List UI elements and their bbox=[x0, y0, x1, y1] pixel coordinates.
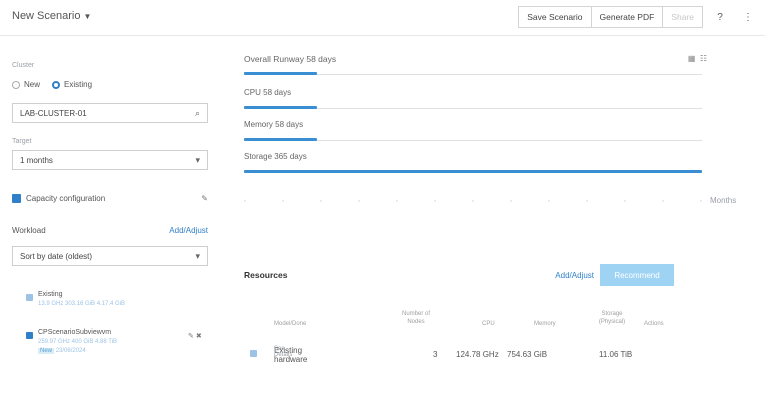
axis-tick bbox=[396, 200, 398, 202]
table-row[interactable]: Existing hardware See Details 3 124.78 G… bbox=[244, 346, 674, 368]
column-header: Storage (Physical) bbox=[598, 311, 626, 325]
help-icon[interactable]: ? bbox=[709, 12, 731, 23]
sort-value: Sort by date (oldest) bbox=[20, 251, 93, 261]
radio-existing[interactable]: Existing bbox=[52, 80, 92, 89]
resources-title: Resources bbox=[244, 270, 288, 280]
axis-tick bbox=[358, 200, 360, 202]
recommend-button[interactable]: Recommend bbox=[600, 264, 674, 286]
more-icon[interactable]: ⋮ bbox=[737, 12, 759, 23]
storage-runway-label: Storage 365 days bbox=[244, 152, 307, 161]
workload-checkbox[interactable] bbox=[26, 294, 33, 301]
workload-date: 23/06/2024 bbox=[55, 348, 86, 354]
column-header: Actions bbox=[644, 321, 664, 327]
target-select[interactable]: 1 months ▾ bbox=[12, 150, 208, 170]
axis-tick bbox=[586, 200, 588, 202]
row-storage: 11.06 TiB bbox=[599, 350, 633, 359]
top-bar: New Scenario ▼ Save Scenario Generate PDF… bbox=[0, 0, 765, 36]
capacity-label: Capacity configuration bbox=[26, 194, 106, 203]
capacity-configuration-row[interactable]: Capacity configuration ✎ bbox=[12, 194, 208, 203]
chevron-down-icon: ▾ bbox=[195, 250, 200, 261]
runway-row-cpu: CPU 58 days bbox=[244, 88, 702, 109]
share-button[interactable]: Share bbox=[662, 6, 703, 28]
axis-tick bbox=[662, 200, 664, 202]
chevron-down-icon: ▼ bbox=[83, 12, 92, 21]
top-actions: Save Scenario Generate PDF Share ? ⋮ bbox=[518, 6, 759, 28]
axis-tick bbox=[510, 200, 512, 202]
workload-item-cpscenario[interactable]: CPScenarioSubviewvm 259.97 GHz 400 GiB 4… bbox=[38, 329, 117, 354]
scenario-title-dropdown[interactable]: New Scenario ▼ bbox=[12, 10, 91, 22]
list-view-icon[interactable]: ☷ bbox=[700, 54, 707, 63]
row-checkbox[interactable] bbox=[250, 350, 257, 357]
target-value: 1 months bbox=[20, 155, 53, 165]
search-icon[interactable]: ⌕ bbox=[195, 108, 200, 119]
month-axis bbox=[244, 200, 702, 202]
radio-existing-label: Existing bbox=[64, 80, 93, 89]
capacity-checkbox[interactable] bbox=[12, 194, 21, 203]
grid-view-icon[interactable]: ▦ bbox=[688, 54, 696, 63]
cluster-search-field[interactable]: LAB-CLUSTER-01 ⌕ bbox=[12, 103, 208, 123]
axis-tick bbox=[244, 200, 246, 202]
generate-pdf-button[interactable]: Generate PDF bbox=[590, 6, 664, 28]
row-nodes: 3 bbox=[433, 350, 438, 359]
workload-name: Existing bbox=[38, 291, 63, 298]
resources-header: Resources Add/Adjust Recommend bbox=[244, 264, 674, 286]
target-label: Target bbox=[12, 138, 32, 145]
edit-icon[interactable]: ✎ bbox=[188, 333, 194, 340]
cpu-runway-label: CPU 58 days bbox=[244, 88, 292, 97]
scenario-title: New Scenario bbox=[12, 10, 81, 22]
view-toggle: ▦ ☷ bbox=[688, 54, 707, 63]
add-adjust-resources-link[interactable]: Add/Adjust bbox=[555, 271, 594, 280]
workload-label: Workload bbox=[12, 226, 46, 235]
new-badge: New bbox=[38, 348, 55, 354]
resources-table-header: Model/Done Number of Nodes CPU Memory St… bbox=[244, 310, 674, 336]
runway-title: Overall Runway 58 days bbox=[244, 54, 337, 64]
workload-header: Workload Add/Adjust bbox=[12, 226, 208, 235]
workload-row-actions: ✎ ✖ bbox=[188, 332, 202, 340]
workload-detail: 259.97 GHz 400 GiB 4.88 TiB bbox=[38, 339, 118, 345]
radio-new-circle[interactable] bbox=[12, 80, 20, 89]
radio-new-label: New bbox=[24, 80, 41, 89]
radio-new[interactable]: New bbox=[12, 80, 40, 89]
column-header: Number of Nodes bbox=[401, 311, 430, 325]
column-header: Model/Done bbox=[274, 321, 307, 327]
axis-tick bbox=[282, 200, 284, 202]
runway-bar-fill bbox=[244, 72, 318, 75]
workload-checkbox[interactable] bbox=[26, 332, 33, 339]
close-icon[interactable]: ✖ bbox=[196, 333, 202, 340]
column-header: CPU bbox=[482, 321, 495, 327]
workload-item-existing[interactable]: Existing 13.9 GHz 303.16 GiB 4.17.4 GiB bbox=[38, 291, 125, 307]
edit-icon[interactable]: ✎ bbox=[201, 194, 208, 203]
chevron-down-icon: ▾ bbox=[195, 154, 200, 165]
axis-tick bbox=[320, 200, 322, 202]
axis-tick bbox=[434, 200, 436, 202]
cluster-radio-group: New Existing bbox=[12, 80, 104, 89]
column-header: Memory bbox=[534, 321, 556, 327]
see-details-link[interactable]: See Details bbox=[274, 346, 292, 358]
cpu-runway-bar bbox=[244, 106, 318, 109]
add-adjust-workload-link[interactable]: Add/Adjust bbox=[169, 226, 208, 235]
row-memory: 754.63 GiB bbox=[507, 350, 548, 359]
axis-tick bbox=[624, 200, 626, 202]
memory-runway-label: Memory 58 days bbox=[244, 120, 304, 129]
save-scenario-button[interactable]: Save Scenario bbox=[518, 6, 592, 28]
axis-tick bbox=[472, 200, 474, 202]
workload-name: CPScenarioSubviewvm bbox=[38, 329, 112, 336]
storage-runway-bar bbox=[244, 170, 702, 173]
runway-row-memory: Memory 58 days bbox=[244, 120, 702, 141]
cluster-value: LAB-CLUSTER-01 bbox=[20, 108, 87, 118]
memory-runway-bar bbox=[244, 138, 318, 141]
radio-existing-circle[interactable] bbox=[52, 80, 61, 89]
cluster-label: Cluster bbox=[12, 62, 35, 69]
row-cpu: 124.78 GHz bbox=[456, 350, 499, 359]
axis-tick bbox=[548, 200, 550, 202]
months-axis-label: Months bbox=[710, 196, 737, 205]
axis-tick bbox=[700, 200, 702, 202]
runway-row-storage: Storage 365 days bbox=[244, 152, 702, 173]
workload-sort-select[interactable]: Sort by date (oldest) ▾ bbox=[12, 246, 208, 266]
workload-detail: 13.9 GHz 303.16 GiB 4.17.4 GiB bbox=[38, 301, 126, 307]
